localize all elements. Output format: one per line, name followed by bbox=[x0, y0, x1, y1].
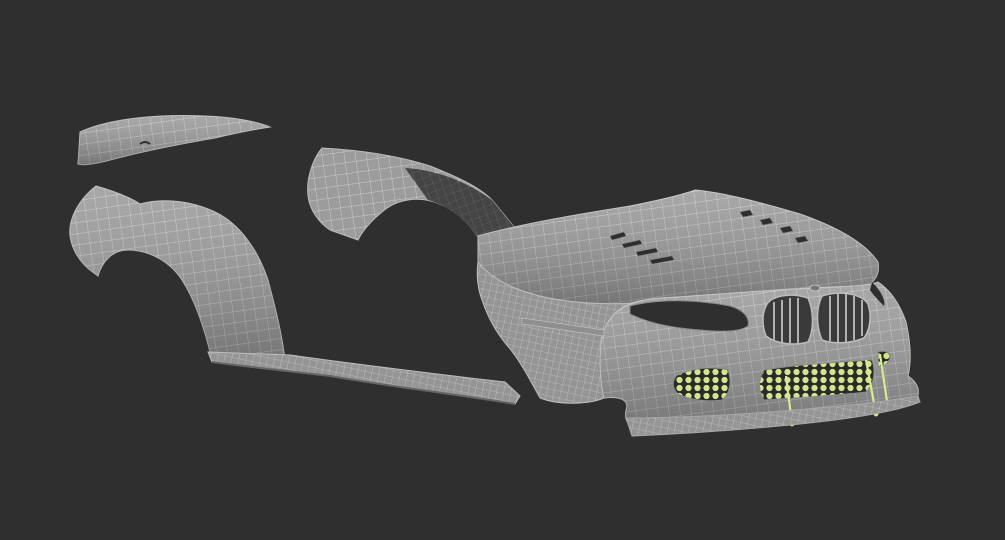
front-fender-icon bbox=[307, 147, 516, 245]
wireframe-render bbox=[69, 115, 921, 437]
side-skirt-icon bbox=[207, 351, 521, 405]
3d-viewport[interactable] bbox=[0, 0, 1005, 540]
rear-wing-icon bbox=[77, 115, 272, 166]
rear-fender-icon bbox=[69, 185, 286, 361]
